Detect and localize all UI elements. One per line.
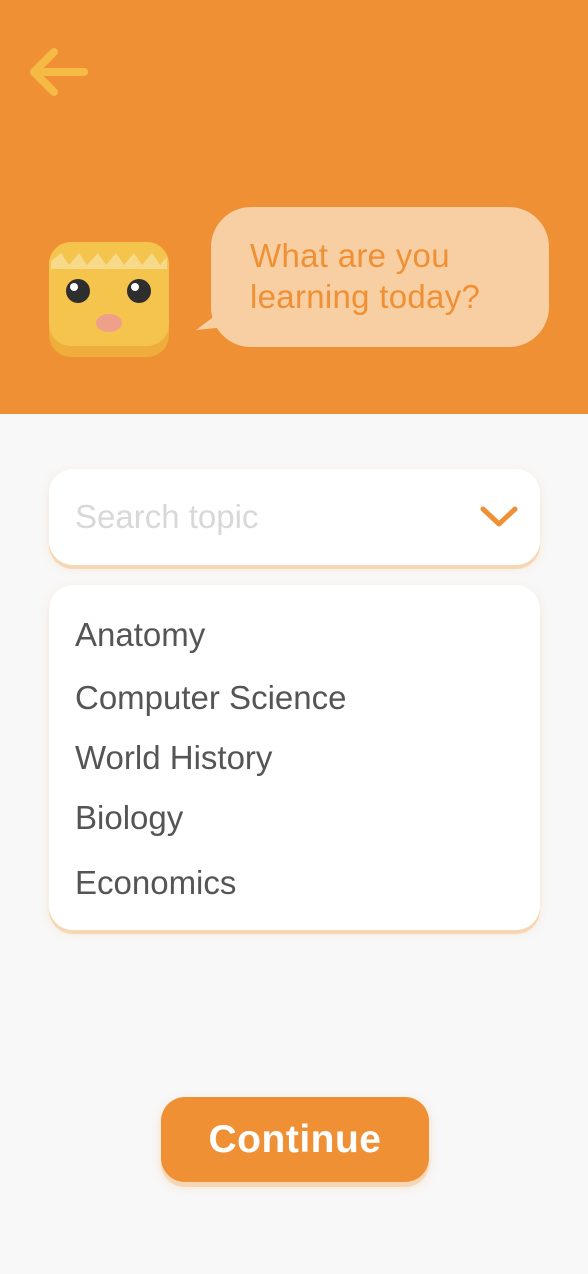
bubble-text: What are you learning today? xyxy=(250,235,540,317)
topic-option-computer-science[interactable]: Computer Science xyxy=(75,678,346,718)
continue-button[interactable]: Continue xyxy=(161,1097,429,1182)
bubble-line-1: What are you xyxy=(250,237,450,274)
speech-bubble: What are you learning today? xyxy=(211,207,549,347)
topic-dropdown-list: Anatomy Computer Science World History B… xyxy=(49,585,540,930)
bubble-line-2: learning today? xyxy=(250,278,481,315)
mascot-icon xyxy=(49,242,169,357)
topic-option-biology[interactable]: Biology xyxy=(75,798,183,838)
search-topic-field[interactable] xyxy=(49,469,540,565)
header: What are you learning today? xyxy=(0,0,588,414)
topic-option-economics[interactable]: Economics xyxy=(75,863,236,903)
back-button[interactable] xyxy=(22,40,94,104)
search-input[interactable] xyxy=(75,493,455,541)
chevron-down-icon[interactable] xyxy=(479,503,519,531)
topic-option-world-history[interactable]: World History xyxy=(75,738,272,778)
topic-option-anatomy[interactable]: Anatomy xyxy=(75,615,205,655)
arrow-left-icon xyxy=(30,48,88,96)
